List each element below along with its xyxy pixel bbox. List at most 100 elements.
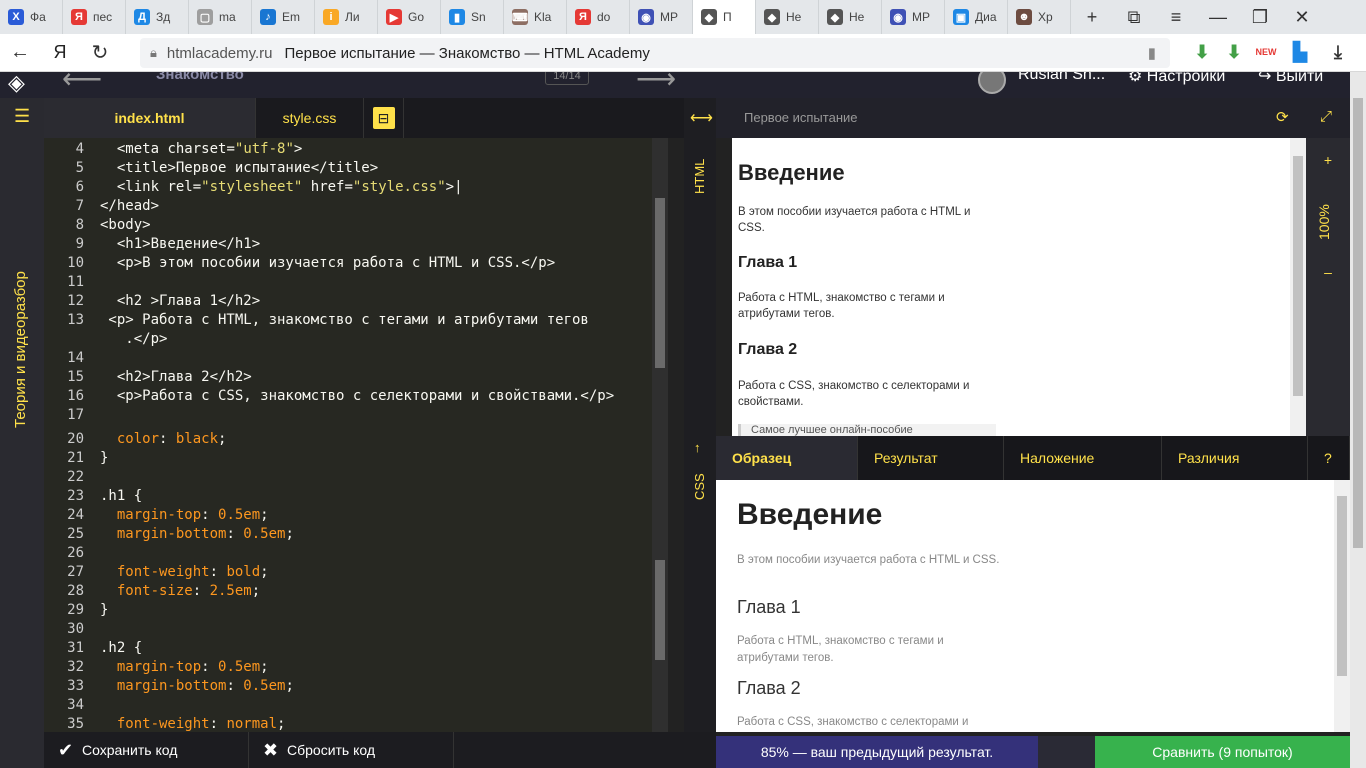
back-button[interactable]: ← [0, 34, 40, 72]
tabs-list-icon[interactable]: ⧉ [1113, 0, 1155, 34]
next-arrow-icon[interactable]: ⟶ [636, 72, 676, 95]
preview-scrollbar[interactable] [1290, 138, 1306, 436]
tab-style-css[interactable]: style.css [256, 98, 364, 138]
browser-tab[interactable]: ◉ MP [882, 0, 945, 34]
browser-tab[interactable]: ◆ Не [819, 0, 882, 34]
fullscreen-icon[interactable]: ⤢ [1320, 108, 1332, 125]
menu-icon[interactable]: ≡ [1155, 0, 1197, 34]
url-field[interactable]: 🔒︎ htmlacademy.ru Первое испытание — Зна… [140, 38, 1170, 68]
page-scrollbar[interactable] [1350, 72, 1366, 768]
code-line[interactable]: margin-top: 0.5em; [100, 658, 269, 677]
reset-code-button[interactable]: ✖ Сбросить код [249, 732, 454, 768]
task-counter: 14/14 [545, 72, 589, 85]
sample-scrollbar[interactable] [1334, 480, 1350, 732]
browser-tab[interactable]: ☻ Хр [1008, 0, 1071, 34]
code-line[interactable]: <h1>Введение</h1> [100, 235, 260, 254]
maximize-button[interactable]: ❐ [1239, 0, 1281, 34]
yandex-icon[interactable]: Я [40, 34, 80, 72]
menu-icon[interactable]: ☰ [14, 106, 30, 127]
browser-tab-label: Диа [975, 10, 997, 24]
tab-sample[interactable]: Образец [716, 436, 858, 480]
browser-tab[interactable]: Д Зд [126, 0, 189, 34]
code-line[interactable]: <meta charset="utf-8"> [100, 140, 303, 159]
code-line[interactable]: font-size: 2.5em; [100, 582, 260, 601]
close-window-button[interactable]: ✕ [1281, 0, 1323, 34]
css-code-editor[interactable]: 20 color: black; 21} 22 23 .h1 {24 margin-to… [44, 428, 668, 732]
browser-tab[interactable]: ♪ Em [252, 0, 315, 34]
html-code-editor[interactable]: 4 <meta charset="utf-8"> 5 <title>Первое … [44, 138, 668, 428]
code-token: ; [285, 526, 294, 542]
code-line[interactable]: </head> [100, 197, 159, 216]
line-number: 28 [67, 583, 84, 599]
line-number: 32 [67, 659, 84, 675]
code-line[interactable]: font-weight: normal; [100, 715, 286, 732]
browser-tab[interactable]: ▶ Go [378, 0, 441, 34]
code-line[interactable]: margin-top: 0.5em; [100, 506, 269, 525]
code-line[interactable]: } [100, 601, 108, 620]
compare-button[interactable]: Сравнить (9 попыток) [1095, 736, 1350, 768]
save-code-button[interactable]: ✔ Сохранить код [44, 732, 249, 768]
browser-tab[interactable]: i Ли [315, 0, 378, 34]
zoom-out-button[interactable]: – [1306, 264, 1350, 280]
code-line[interactable]: <body> [100, 216, 151, 235]
browser-tab[interactable]: ◆ Не [756, 0, 819, 34]
play-icon[interactable]: ⟳ [1276, 108, 1289, 126]
bookmark-icon[interactable]: ▮ [1148, 44, 1156, 62]
code-line[interactable]: <h2>Глава 2</h2> [100, 368, 252, 387]
code-line[interactable]: } [100, 449, 108, 468]
browser-tab[interactable]: Яdo [567, 0, 630, 34]
user-name[interactable]: Ruslan Sh... [1018, 72, 1105, 84]
css-pane-label[interactable]: CSS [692, 473, 707, 500]
tab-result[interactable]: Результат [858, 436, 1004, 480]
browser-tab[interactable]: X Фа [0, 0, 63, 34]
extension-icon[interactable]: ▙ [1288, 40, 1312, 64]
avatar[interactable] [978, 72, 1006, 94]
prev-arrow-icon[interactable]: ⟵ [62, 72, 102, 95]
split-layout-icon: ⊟ [372, 107, 395, 129]
downloads-icon[interactable]: ⤓ [1326, 40, 1350, 64]
code-line[interactable]: .h2 { [100, 639, 142, 658]
code-line[interactable]: <title>Первое испытание</title> [100, 159, 378, 178]
code-line[interactable]: <h2 >Глава 1</h2> [100, 292, 260, 311]
new-badge-icon[interactable]: NEW [1254, 40, 1278, 64]
download-green-icon[interactable]: ⬇ [1190, 40, 1214, 64]
minimize-button[interactable]: — [1197, 0, 1239, 34]
css-editor-scrollbar[interactable] [652, 428, 668, 732]
code-line[interactable]: margin-bottom: 0.5em; [100, 525, 294, 544]
tab-differences[interactable]: Различия [1162, 436, 1308, 480]
code-line[interactable]: <p>Работа с CSS, знакомство с селекторам… [100, 387, 614, 406]
browser-tab[interactable]: ⌨ Kla [504, 0, 567, 34]
code-line[interactable]: <link rel="stylesheet" href="style.css">… [100, 178, 463, 197]
sample-p2: Работа с HTML, знакомство с тегами и атр… [737, 635, 944, 664]
tab-overlay[interactable]: Наложение [1004, 436, 1162, 480]
browser-tab[interactable]: Япес [63, 0, 126, 34]
theory-label[interactable]: Теория и видеоразбор [12, 271, 29, 428]
browser-tab[interactable]: ▣ Диа [945, 0, 1008, 34]
logout-button[interactable]: ↪ Выйти [1258, 72, 1323, 86]
browser-tab[interactable]: ▢ ma [189, 0, 252, 34]
academy-logo-icon[interactable]: ◈ [8, 72, 34, 98]
tab-index-html[interactable]: index.html [44, 98, 256, 138]
code-line[interactable]: .h1 { [100, 487, 142, 506]
reload-button[interactable]: ↻ [80, 34, 120, 72]
html-pane-label[interactable]: HTML [692, 159, 707, 194]
browser-tab[interactable]: ▮ Sn [441, 0, 504, 34]
code-line[interactable]: color: black; [100, 430, 227, 449]
layout-toggle-button[interactable]: ⊟ [364, 98, 404, 138]
zoom-in-button[interactable]: + [1306, 152, 1350, 168]
code-line[interactable]: <p> Работа с HTML, знакомство с тегами и… [100, 311, 588, 330]
code-line[interactable]: <p>В этом пособии изучается работа с HTM… [100, 254, 555, 273]
download-green-icon-2[interactable]: ⬇ [1222, 40, 1246, 64]
code-line[interactable]: .</p> [100, 330, 167, 349]
new-tab-button[interactable]: + [1071, 0, 1113, 34]
html-editor-scrollbar[interactable] [652, 138, 668, 428]
code-line[interactable]: font-weight: bold; [100, 563, 269, 582]
code-line[interactable]: margin-bottom: 0.5em; [100, 677, 294, 696]
course-section[interactable]: Знакомство [156, 72, 244, 83]
expand-horizontal-icon[interactable]: ⟷ [690, 108, 713, 128]
browser-tab[interactable]: ◉ MP [630, 0, 693, 34]
collapse-up-icon[interactable]: ↑ [694, 440, 701, 455]
help-button[interactable]: ? [1308, 436, 1350, 480]
settings-button[interactable]: ⚙ Настройки [1128, 72, 1225, 86]
browser-tab[interactable]: ◆ П [693, 0, 756, 34]
